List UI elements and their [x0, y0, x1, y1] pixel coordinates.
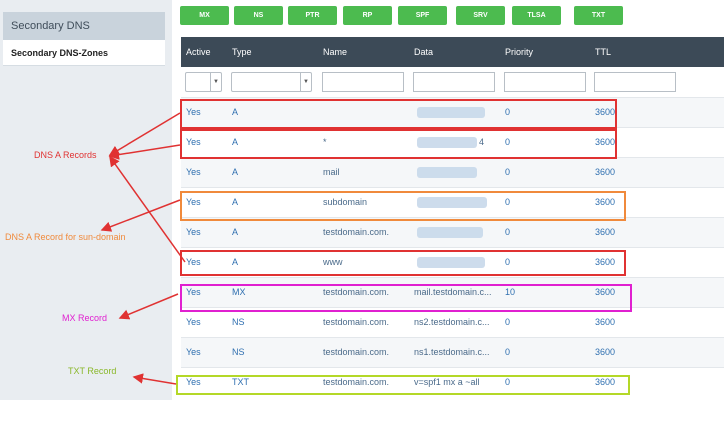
annotation-mx-record: MX Record [62, 313, 108, 323]
annotation-arrows [100, 112, 186, 385]
annotation-dns-a-subdomain: DNS A Record for sun-domain [5, 232, 126, 242]
annotation-txt-record: TXT Record [68, 366, 117, 376]
annotation-dns-a-records: DNS A Records [34, 150, 97, 160]
